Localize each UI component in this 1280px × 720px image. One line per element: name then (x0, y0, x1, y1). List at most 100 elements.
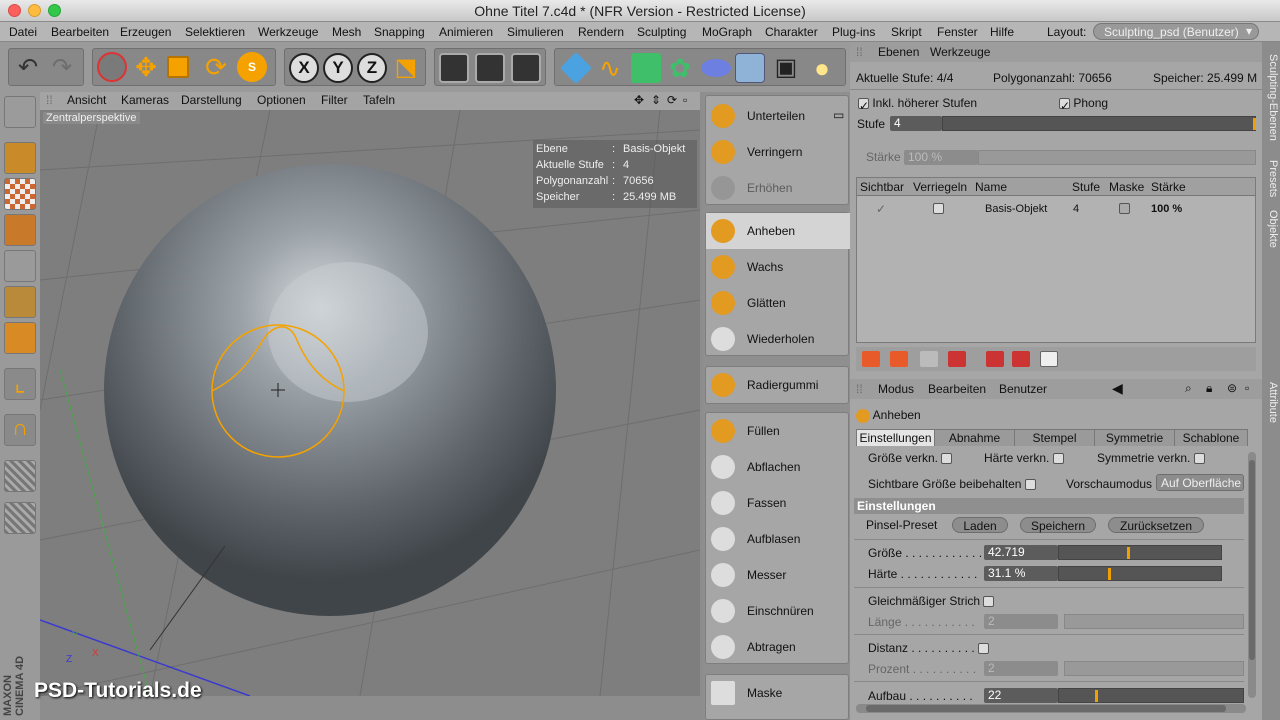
back-arrow-icon[interactable]: ◀ (1112, 380, 1123, 397)
menu-erzeugen[interactable]: Erzeugen (120, 25, 171, 39)
groesse-field[interactable]: 42.719 (984, 545, 1058, 560)
incl-higher-checkbox[interactable]: ✓ (858, 98, 869, 113)
camera-icon[interactable]: ▣ (771, 53, 801, 83)
table-row[interactable]: ✓ Basis-Objekt 4 100 % (857, 198, 1255, 220)
layout-select[interactable]: Sculpting_psd (Benutzer) ▾ (1093, 23, 1259, 40)
drag-handle-icon[interactable]: ⁞⁞ (856, 382, 863, 396)
reset-preset-button[interactable]: Zurücksetzen (1108, 517, 1204, 533)
tab-symmetrie[interactable]: Symmetrie (1095, 430, 1175, 446)
drag-handle-icon[interactable]: ⁞⁞ (856, 45, 863, 59)
stroke-row[interactable]: Gleichmäßiger Strich (868, 594, 995, 608)
save-preset-button[interactable]: Speichern (1020, 517, 1096, 533)
tab-abnahme[interactable]: Abnahme (935, 430, 1015, 446)
menu-mograph[interactable]: MoGraph (702, 25, 752, 39)
attr-menu-bearbeiten[interactable]: Bearbeiten (928, 382, 986, 396)
aufbau-slider[interactable] (1058, 688, 1244, 703)
viewport-menu-kameras[interactable]: Kameras (121, 93, 169, 107)
x-axis-lock-icon[interactable]: X (289, 53, 319, 83)
make-editable-icon[interactable] (4, 96, 36, 128)
phong-checkbox-row[interactable]: ✓ Phong (1059, 96, 1108, 113)
menu-bearbeiten[interactable]: Bearbeiten (51, 25, 109, 39)
viewport-menu-filter[interactable]: Filter (321, 93, 348, 107)
array-icon[interactable]: ✿ (665, 53, 695, 83)
undo-icon[interactable]: ↶ (13, 53, 43, 83)
z-axis-lock-icon[interactable]: Z (357, 53, 387, 83)
brush-unterteilen[interactable]: Unterteilen (706, 98, 850, 134)
slider-knob[interactable] (1253, 118, 1256, 130)
laenge-field[interactable]: 2 (984, 614, 1058, 629)
tab-ebenen[interactable]: Ebenen (878, 45, 919, 59)
brush-einschnueren[interactable]: Einschnüren (706, 593, 850, 629)
menu-rendern[interactable]: Rendern (578, 25, 624, 39)
attr-menu-benutzer[interactable]: Benutzer (999, 382, 1047, 396)
lock-icon[interactable]: 🔒︎ (1206, 381, 1212, 396)
cube-primitive-icon[interactable] (560, 52, 592, 84)
brush-wachs[interactable]: Wachs (706, 249, 850, 285)
brush-abflachen[interactable]: Abflachen (706, 449, 850, 485)
texture-mode-icon[interactable] (4, 178, 36, 210)
preview-mode-select[interactable]: Auf Oberfläche (1156, 474, 1244, 491)
keep-size-checkbox[interactable] (1024, 479, 1036, 491)
sidetab-sculpting-ebenen[interactable]: Sculpting-Ebenen (1263, 54, 1279, 141)
menu-werkzeuge[interactable]: Werkzeuge (258, 25, 318, 39)
merge-layer-icon[interactable] (1040, 351, 1058, 367)
render-picture-viewer-icon[interactable] (475, 53, 505, 83)
sym-lock-checkbox[interactable] (1193, 453, 1205, 465)
keep-size-row[interactable]: Sichtbare Größe beibehalten (868, 477, 1036, 491)
mask-checkbox[interactable] (1119, 203, 1130, 214)
menu-datei[interactable]: Datei (9, 25, 37, 39)
axis-mode-icon[interactable]: ⌞ (4, 368, 36, 400)
sculpt-brush-tool-icon[interactable]: S (237, 52, 267, 82)
deformer-icon[interactable] (695, 55, 737, 81)
tab-schablone[interactable]: Schablone (1175, 430, 1247, 446)
staerke-field[interactable]: 100 % (904, 150, 978, 165)
stufe-slider[interactable] (942, 116, 1256, 131)
polygons-mode-icon[interactable] (4, 322, 36, 354)
viewport-menu-optionen[interactable]: Optionen (257, 93, 306, 107)
brush-glaetten[interactable]: Glätten (706, 285, 850, 321)
new-window-icon[interactable]: ▫ (1245, 381, 1249, 395)
points-mode-icon[interactable] (4, 250, 36, 282)
lock-checkbox[interactable] (933, 203, 944, 214)
hardness-lock-row[interactable]: Härte verkn. (984, 451, 1064, 465)
light-icon[interactable]: ● (807, 53, 837, 83)
distanz-checkbox[interactable] (978, 643, 990, 655)
horizontal-scrollbar[interactable] (856, 704, 1246, 713)
move-tool-icon[interactable]: ✥ (131, 52, 161, 82)
redo-icon[interactable]: ↷ (47, 53, 77, 83)
menu-animieren[interactable]: Animieren (439, 25, 493, 39)
brush-maske[interactable]: Maske (706, 675, 850, 711)
haerte-field[interactable]: 31.1 % (984, 566, 1058, 581)
menu-snapping[interactable]: Snapping (374, 25, 425, 39)
brush-verringern[interactable]: Verringern (706, 134, 850, 170)
vertical-scrollbar[interactable] (1248, 452, 1256, 698)
coordinate-system-icon[interactable]: ⬔ (391, 53, 421, 83)
viewport-menu-tafeln[interactable]: Tafeln (363, 93, 395, 107)
rotate-tool-icon[interactable]: ⟳ (201, 52, 231, 82)
size-lock-checkbox[interactable] (941, 453, 953, 465)
brush-anheben[interactable]: Anheben (706, 213, 850, 249)
scrollbar-thumb[interactable] (866, 705, 1226, 712)
add-folder-icon[interactable] (890, 351, 908, 367)
paste-layer-icon[interactable] (1012, 351, 1030, 367)
brush-messer[interactable]: Messer (706, 557, 850, 593)
brush-radiergummi[interactable]: Radiergummi (706, 367, 850, 403)
viewport[interactable]: Zentralperspektive Ebene : Basis-Objekt … (40, 110, 700, 696)
hardness-lock-checkbox[interactable] (1052, 453, 1064, 465)
size-lock-row[interactable]: Größe verkn. (868, 451, 953, 465)
spline-icon[interactable]: ∿ (595, 53, 625, 83)
tab-stempel[interactable]: Stempel (1015, 430, 1095, 446)
slider-knob[interactable] (1108, 568, 1111, 580)
menu-selektieren[interactable]: Selektieren (185, 25, 245, 39)
menu-plugins[interactable]: Plug-ins (832, 25, 875, 39)
phong-checkbox[interactable]: ✓ (1059, 98, 1070, 113)
render-view-icon[interactable] (439, 53, 469, 83)
workplane-lock-icon[interactable] (4, 460, 36, 492)
haerte-slider[interactable] (1058, 566, 1222, 581)
workplane-alignment-icon[interactable] (4, 502, 36, 534)
attr-menu-modus[interactable]: Modus (878, 382, 914, 396)
aufbau-field[interactable]: 22 (984, 688, 1058, 703)
visible-check-icon[interactable]: ✓ (876, 202, 886, 216)
sidetab-presets[interactable]: Presets (1263, 160, 1279, 197)
drag-handle-icon[interactable]: ⁞⁞ (46, 93, 53, 107)
